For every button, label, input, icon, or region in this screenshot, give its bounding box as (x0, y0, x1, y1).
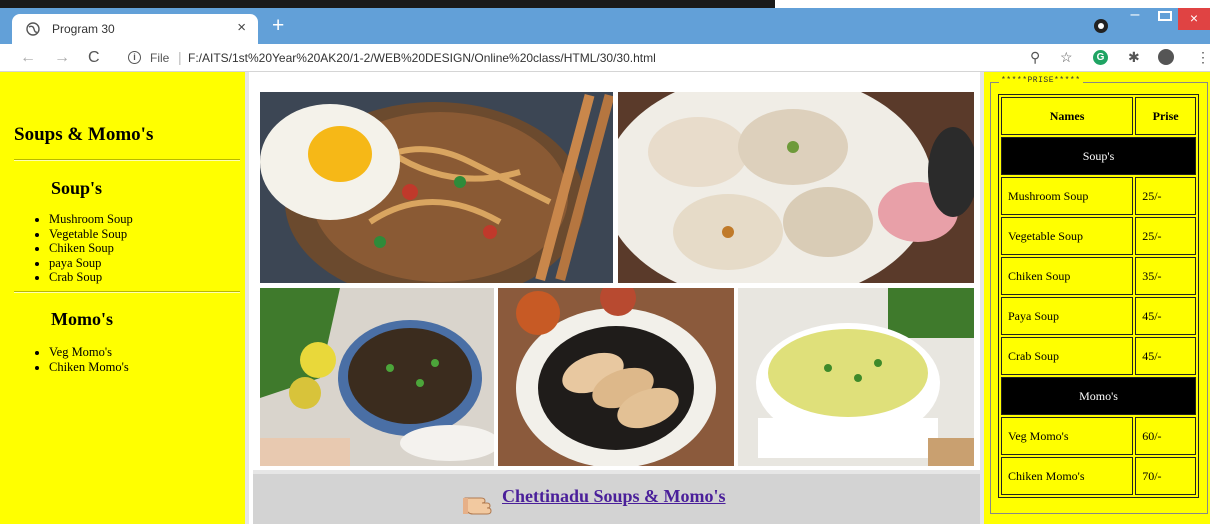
column-header-prise: Prise (1135, 97, 1196, 135)
table-row: Chiken Soup 35/- (1001, 257, 1196, 295)
fried-momos-photo (498, 288, 734, 466)
table-row: Chiken Momo's 70/- (1001, 457, 1196, 495)
tab-close-icon[interactable]: × (237, 19, 246, 36)
main-content-frame: Chettinadu Soups & Momo's (253, 72, 980, 524)
browser-tab[interactable]: Program 30 × (12, 14, 258, 44)
item-price: 45/- (1135, 337, 1196, 375)
momos-heading: Momo's (51, 309, 113, 329)
table-row: Crab Soup 45/- (1001, 337, 1196, 375)
momos-list: Veg Momo's Chiken Momo's (49, 345, 129, 374)
category-row: Soup's (1001, 137, 1196, 175)
photo-collage (260, 92, 974, 466)
list-item: Chiken Soup (49, 241, 133, 256)
table-row: Vegetable Soup 25/- (1001, 217, 1196, 255)
url-scheme-label: File (150, 51, 170, 65)
screen-top-strip (0, 0, 775, 8)
profile-avatar[interactable] (1158, 49, 1174, 65)
noodles-photo (260, 92, 613, 283)
new-tab-button[interactable]: + (272, 15, 284, 37)
list-item: Veg Momo's (49, 345, 129, 360)
item-name: Chiken Soup (1001, 257, 1134, 295)
forward-arrow-icon[interactable]: → (54, 49, 70, 67)
item-name: Veg Momo's (1001, 417, 1134, 455)
window-minimize-button[interactable]: – (1128, 7, 1142, 23)
price-frame: *****PRISE***** Names Prise Soup's Mushr… (980, 72, 1210, 524)
pointing-hand-icon (463, 497, 492, 515)
table-row: Mushroom Soup 25/- (1001, 177, 1196, 215)
browser-titlebar: Program 30 × + – × (0, 7, 1210, 44)
category-label: Momo's (1001, 377, 1196, 415)
item-price: 70/- (1135, 457, 1196, 495)
record-indicator-icon[interactable] (1094, 19, 1108, 33)
item-name: Mushroom Soup (1001, 177, 1134, 215)
price-legend: *****PRISE***** (999, 76, 1083, 85)
column-header-names: Names (1001, 97, 1134, 135)
address-bar[interactable]: F:/AITS/1st%20Year%20AK20/1-2/WEB%20DESI… (188, 51, 656, 65)
bookmark-star-icon[interactable]: ☆ (1060, 49, 1073, 66)
list-item: Mushroom Soup (49, 212, 133, 227)
item-price: 60/- (1135, 417, 1196, 455)
soups-list: Mushroom Soup Vegetable Soup Chiken Soup… (49, 212, 133, 285)
creamy-soup-photo (738, 288, 974, 466)
item-price: 25/- (1135, 177, 1196, 215)
item-price: 35/- (1135, 257, 1196, 295)
browser-toolbar: ← → C i File | F:/AITS/1st%20Year%20AK20… (0, 44, 1210, 72)
zoom-icon[interactable]: ⚲ (1030, 49, 1040, 66)
soups-heading: Soup's (51, 178, 103, 198)
tab-title: Program 30 (52, 22, 115, 36)
herb-soup-photo (260, 288, 494, 466)
category-row: Momo's (1001, 377, 1196, 415)
item-price: 45/- (1135, 297, 1196, 335)
extensions-puzzle-icon[interactable]: ✱ (1128, 49, 1140, 66)
left-menu-frame: Soups & Momo's Soup's Mushroom Soup Vege… (0, 72, 249, 524)
reload-icon[interactable]: C (88, 49, 100, 67)
item-name: Crab Soup (1001, 337, 1134, 375)
footer-link-bar: Chettinadu Soups & Momo's (253, 474, 980, 524)
list-item: Vegetable Soup (49, 227, 133, 242)
divider (14, 159, 240, 161)
list-item: paya Soup (49, 256, 133, 271)
url-separator: | (178, 49, 182, 65)
list-item: Crab Soup (49, 270, 133, 285)
browser-menu-icon[interactable]: ⋮ (1196, 49, 1210, 66)
chettinadu-link[interactable]: Chettinadu Soups & Momo's (502, 486, 726, 507)
menu-heading: Soups & Momo's (14, 124, 154, 145)
item-name: Paya Soup (1001, 297, 1134, 335)
table-header-row: Names Prise (1001, 97, 1196, 135)
momos-plate-photo (618, 92, 974, 283)
table-row: Veg Momo's 60/- (1001, 417, 1196, 455)
divider (14, 291, 240, 293)
price-table: Names Prise Soup's Mushroom Soup 25/- Ve… (998, 94, 1199, 498)
table-row: Paya Soup 45/- (1001, 297, 1196, 335)
globe-icon (26, 22, 40, 36)
item-price: 25/- (1135, 217, 1196, 255)
site-info-icon[interactable]: i (128, 51, 141, 64)
category-label: Soup's (1001, 137, 1196, 175)
window-maximize-button[interactable] (1158, 11, 1172, 21)
window-close-button[interactable]: × (1178, 8, 1210, 30)
grammarly-extension-icon[interactable]: G (1093, 50, 1108, 65)
back-arrow-icon[interactable]: ← (20, 49, 36, 67)
item-name: Vegetable Soup (1001, 217, 1134, 255)
item-name: Chiken Momo's (1001, 457, 1134, 495)
list-item: Chiken Momo's (49, 360, 129, 375)
